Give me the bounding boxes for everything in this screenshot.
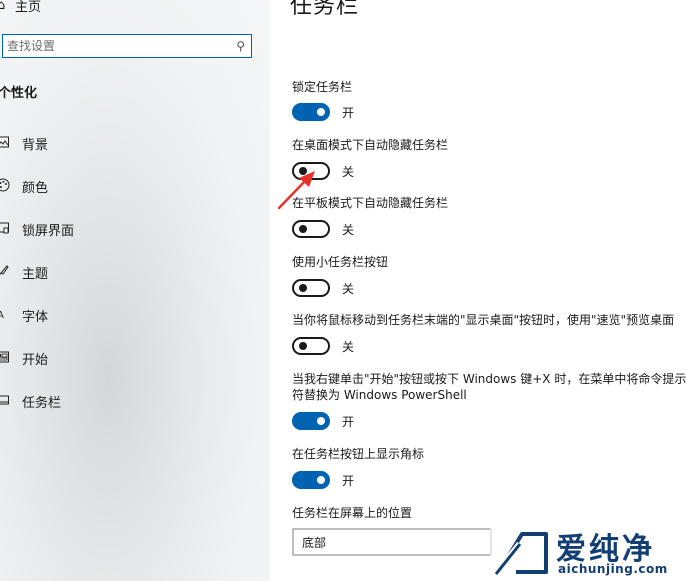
- sidebar-item-label: 颜色: [22, 180, 49, 196]
- sidebar-item-colors[interactable]: 颜色: [0, 175, 48, 197]
- brush-icon: [0, 264, 22, 281]
- taskbar-position-select[interactable]: 底部: [292, 528, 492, 556]
- red-arrow-annotation: [277, 171, 315, 210]
- home-icon: ⌂: [0, 0, 6, 13]
- main-panel: 任务栏 锁定任务栏 开 在桌面模式下自动隐藏任务栏 关 在平板模式下自动隐藏任务…: [270, 0, 687, 581]
- start-icon: [0, 351, 22, 366]
- setting-label-peek: 当你将鼠标移动到任务栏末端的"显示桌面"按钮时，使用"速览"预览桌面: [292, 313, 675, 327]
- toggle-state: 关: [342, 223, 355, 237]
- toggle-lock-taskbar[interactable]: [292, 103, 330, 121]
- lock-screen-icon: [0, 222, 22, 237]
- taskbar-icon: [0, 394, 22, 409]
- toggle-state: 关: [342, 282, 355, 296]
- sidebar-item-label: 开始: [22, 352, 49, 368]
- search-box[interactable]: ⚲: [2, 34, 252, 58]
- setting-label-position: 任务栏在屏幕上的位置: [292, 506, 413, 520]
- toggle-state: 关: [342, 340, 355, 354]
- toggle-knob: [317, 108, 325, 116]
- section-title: 个性化: [0, 86, 38, 101]
- toggle-state: 开: [342, 474, 355, 488]
- sidebar-item-label: 背景: [22, 137, 49, 153]
- toggle-knob: [317, 417, 325, 425]
- svg-text:A: A: [0, 310, 4, 320]
- toggle-badges[interactable]: [292, 471, 330, 489]
- aichunjing-logo-icon: [493, 532, 548, 577]
- toggle-knob: [299, 342, 307, 350]
- sidebar-item-label: 主题: [22, 266, 49, 282]
- toggle-knob: [317, 476, 325, 484]
- sidebar-item-home[interactable]: ⌂ 主页: [0, 0, 41, 16]
- watermark: 爱纯净 aichunjing.com: [490, 522, 687, 581]
- sidebar-item-background[interactable]: 背景: [0, 132, 48, 154]
- sidebar: ⌂ 主页 ⚲ 个性化 背景 颜色 锁屏界面 主题 A 字体: [0, 0, 270, 581]
- setting-label-autohide-desktop: 在桌面模式下自动隐藏任务栏: [292, 138, 449, 152]
- image-icon: [0, 136, 22, 151]
- toggle-knob: [299, 284, 307, 292]
- select-value: 底部: [302, 535, 327, 550]
- toggle-powershell[interactable]: [292, 412, 330, 430]
- sidebar-item-home-label: 主页: [15, 0, 42, 15]
- watermark-url: aichunjing.com: [558, 562, 668, 576]
- toggle-state: 关: [342, 165, 355, 179]
- setting-label-badges: 在任务栏按钮上显示角标: [292, 447, 425, 461]
- setting-label-powershell: 当我右键单击"开始"按钮或按下 Windows 键+X 时，在菜单中将命令提示符…: [292, 372, 687, 402]
- palette-icon: [0, 178, 22, 195]
- sidebar-item-taskbar[interactable]: 任务栏: [0, 390, 61, 412]
- toggle-peek[interactable]: [292, 337, 330, 355]
- setting-label-small-buttons: 使用小任务栏按钮: [292, 255, 389, 269]
- sidebar-item-label: 锁屏界面: [22, 223, 75, 239]
- font-icon: A: [0, 308, 22, 323]
- toggle-autohide-tablet[interactable]: [292, 220, 330, 238]
- toggle-small-buttons[interactable]: [292, 279, 330, 297]
- toggle-state: 开: [342, 106, 355, 120]
- sidebar-item-fonts[interactable]: A 字体: [0, 304, 48, 326]
- toggle-state: 开: [342, 415, 355, 429]
- search-input[interactable]: [3, 35, 229, 57]
- toggle-knob: [299, 225, 307, 233]
- sidebar-item-start[interactable]: 开始: [0, 347, 48, 369]
- setting-label-lock-taskbar: 锁定任务栏: [292, 80, 353, 94]
- sidebar-item-lock-screen[interactable]: 锁屏界面: [0, 218, 74, 240]
- page-title: 任务栏: [290, 0, 360, 19]
- sidebar-item-themes[interactable]: 主题: [0, 261, 48, 283]
- search-icon[interactable]: ⚲: [236, 39, 245, 53]
- sidebar-item-label: 字体: [22, 309, 49, 325]
- sidebar-item-label: 任务栏: [22, 395, 62, 411]
